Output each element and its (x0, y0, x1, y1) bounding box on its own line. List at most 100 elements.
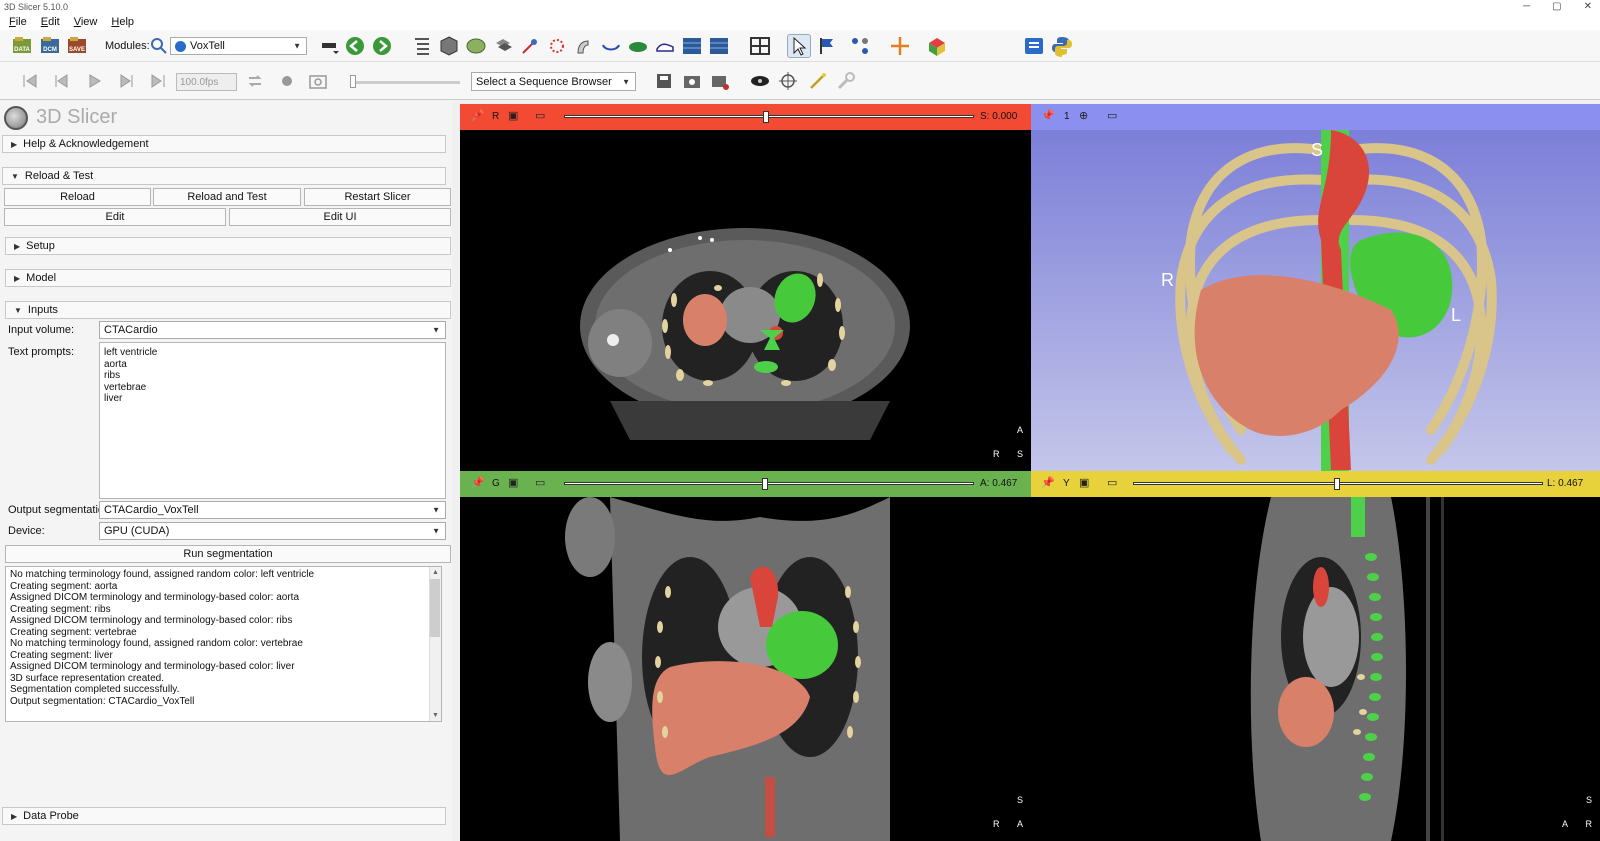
section-reload[interactable]: ▼ Reload & Test (2, 167, 446, 185)
loop-button[interactable] (243, 69, 267, 93)
section-setup[interactable]: ▶ Setup (5, 237, 451, 255)
restart-button[interactable]: Restart Slicer (304, 188, 451, 206)
yellow-slice-view[interactable]: S A R (1031, 497, 1600, 841)
pin-icon[interactable]: 📌 (1041, 109, 1055, 122)
layout-button[interactable] (748, 34, 772, 58)
surface-tool-button[interactable] (626, 34, 650, 58)
maximize-view-icon[interactable]: ▭ (535, 476, 545, 489)
save-button[interactable]: SAVE (65, 34, 89, 58)
maximize-view-icon[interactable]: ▭ (1107, 109, 1117, 122)
center-view-icon[interactable]: ⊕ (1079, 109, 1088, 122)
run-segmentation-button[interactable]: Run segmentation (5, 545, 451, 563)
data-module-button[interactable] (410, 34, 434, 58)
pin-icon[interactable]: 📌 (471, 109, 485, 122)
green-slice-view[interactable]: S R A (460, 497, 1031, 841)
record-button[interactable] (275, 69, 299, 93)
maximize-view-icon[interactable]: ▭ (535, 109, 545, 122)
green-slice-slider[interactable] (564, 482, 974, 485)
section-inputs[interactable]: ▼ Inputs (5, 301, 451, 319)
reload-button[interactable]: Reload (4, 188, 151, 206)
3d-view[interactable]: S R L (1031, 130, 1600, 471)
load-data-button[interactable]: DATA (10, 34, 34, 58)
log-scrollbar-thumb[interactable] (430, 579, 440, 637)
device-selector[interactable]: GPU (CUDA) ▼ (99, 522, 446, 540)
crosshair-button[interactable] (888, 34, 912, 58)
wrench-button[interactable] (834, 69, 858, 93)
models-module-button[interactable] (464, 34, 488, 58)
log-scrollbar[interactable]: ▲ ▼ (429, 567, 441, 721)
last-frame-button[interactable] (146, 69, 170, 93)
target-button[interactable] (776, 69, 800, 93)
module-search-button[interactable] (147, 34, 171, 58)
device-label: Device: (8, 525, 45, 537)
section-model[interactable]: ▶ Model (5, 269, 451, 287)
edit-ui-button[interactable]: Edit UI (229, 208, 451, 226)
link-icon[interactable]: ▣ (1079, 476, 1089, 489)
menu-file[interactable]: File (9, 14, 27, 30)
minimize-icon[interactable]: ─ (1523, 0, 1530, 14)
volumes-module-button[interactable] (437, 34, 461, 58)
segment-editor-button[interactable] (545, 34, 569, 58)
pin-icon[interactable]: 📌 (1041, 476, 1055, 489)
registration-module-button[interactable] (572, 34, 596, 58)
sequence-tool-3[interactable] (708, 69, 732, 93)
output-segmentation-selector[interactable]: CTACardio_VoxTell ▼ (99, 501, 446, 519)
curve-tool-button[interactable] (599, 34, 623, 58)
next-frame-button[interactable] (114, 69, 138, 93)
yellow-slice-slider-handle[interactable] (1334, 478, 1340, 490)
edit-button[interactable]: Edit (4, 208, 226, 226)
3d-orientation-left: R (1161, 270, 1174, 290)
sequence-slider-handle[interactable] (350, 75, 356, 88)
sequence-browser-selector[interactable]: Select a Sequence Browser ▼ (471, 72, 636, 91)
red-slice-slider[interactable] (564, 115, 974, 118)
pin-icon[interactable]: 📌 (471, 476, 485, 489)
sequence-tool-2[interactable] (680, 69, 704, 93)
screenshot-button[interactable] (306, 69, 330, 93)
sequence-tool-1[interactable] (652, 69, 676, 93)
reload-test-button[interactable]: Reload and Test (153, 188, 301, 206)
input-volume-selector[interactable]: CTACardio ▼ (99, 321, 446, 339)
link-icon[interactable]: ▣ (508, 476, 518, 489)
section-data-probe[interactable]: ▶ Data Probe (2, 807, 446, 825)
crosshair-settings-button[interactable] (848, 34, 872, 58)
green-slice-slider-handle[interactable] (762, 478, 768, 490)
select-mode-button[interactable] (787, 34, 811, 58)
sequence-slider[interactable] (352, 81, 460, 84)
layout-toggle-1[interactable] (680, 34, 704, 58)
shoe-tool-button[interactable] (653, 34, 677, 58)
module-history-button[interactable] (318, 34, 342, 58)
scroll-up-icon[interactable]: ▲ (430, 567, 441, 579)
fps-spinbox[interactable]: 100.0fps (176, 73, 237, 91)
back-button[interactable] (343, 34, 367, 58)
first-frame-button[interactable] (18, 69, 42, 93)
text-prompts-input[interactable]: left ventricle aorta ribs vertebrae live… (99, 342, 446, 499)
extensions-button[interactable] (1022, 34, 1046, 58)
scroll-down-icon[interactable]: ▼ (430, 710, 441, 722)
python-console-button[interactable] (1050, 34, 1074, 58)
transforms-module-button[interactable] (491, 34, 515, 58)
red-slice-view[interactable]: A R S (460, 130, 1031, 471)
close-icon[interactable]: ✕ (1584, 0, 1592, 14)
menu-view[interactable]: View (74, 14, 98, 30)
link-icon[interactable]: ▣ (508, 109, 518, 122)
maximize-icon[interactable]: ▢ (1552, 0, 1561, 14)
module-selector[interactable]: VoxTell ▼ (170, 37, 307, 55)
load-dicom-button[interactable]: DCM (38, 34, 62, 58)
markups-module-button[interactable] (518, 34, 542, 58)
status-log[interactable]: No matching terminology found, assigned … (5, 566, 442, 722)
place-fiducial-button[interactable] (815, 34, 839, 58)
maximize-view-icon[interactable]: ▭ (1107, 476, 1117, 489)
layout-toggle-2[interactable] (707, 34, 731, 58)
forward-button[interactable] (370, 34, 394, 58)
prev-frame-button[interactable] (50, 69, 74, 93)
red-slice-slider-handle[interactable] (763, 111, 769, 123)
collapsed-arrow-icon: ▶ (11, 812, 18, 821)
volume-rendering-button[interactable] (748, 69, 772, 93)
menu-edit[interactable]: Edit (41, 14, 60, 30)
play-button[interactable] (82, 69, 106, 93)
menu-help[interactable]: Help (111, 14, 134, 30)
section-help[interactable]: ▶ Help & Acknowledgement (2, 135, 446, 153)
view-options-button[interactable] (925, 34, 949, 58)
crosshair-icon (891, 37, 909, 55)
magic-wand-button[interactable] (806, 69, 830, 93)
